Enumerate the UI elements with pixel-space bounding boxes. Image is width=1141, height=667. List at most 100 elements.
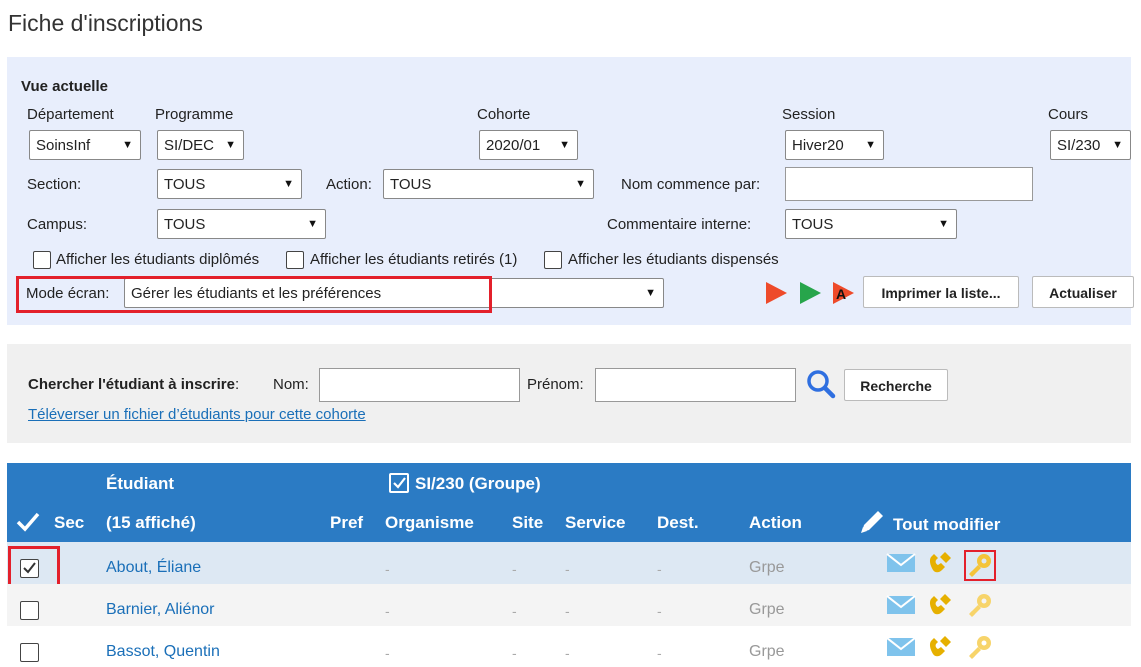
chevron-down-icon: ▼ <box>225 139 236 151</box>
play-a-letter: A <box>836 286 847 302</box>
dest-cell: - <box>657 561 662 577</box>
imprimer-button[interactable]: Imprimer la liste... <box>863 276 1019 308</box>
header-pref: Pref <box>330 513 364 532</box>
organisme-cell: - <box>385 561 390 577</box>
mail-icon[interactable] <box>886 594 916 616</box>
chevron-down-icon: ▼ <box>559 139 570 151</box>
course-group-checkbox[interactable] <box>389 473 409 493</box>
search-label: Chercher l'étudiant à inscrire: <box>28 376 239 393</box>
search-panel <box>7 344 1131 443</box>
page-title: Fiche d'inscriptions <box>8 10 203 36</box>
upload-link[interactable]: Téléverser un fichier d’étudiants pour c… <box>28 406 366 423</box>
student-name[interactable]: Bassot, Quentin <box>106 643 220 661</box>
cours-label: Cours <box>1048 106 1089 123</box>
nom-commence-label: Nom commence par: <box>621 176 761 193</box>
chevron-down-icon: ▼ <box>122 139 133 151</box>
header-tout-modifier[interactable]: Tout modifier <box>893 515 1000 535</box>
nom-label: Nom: <box>273 376 309 393</box>
header-site: Site <box>512 513 544 532</box>
section-select[interactable]: TOUS ▼ <box>157 169 302 199</box>
commentaire-label: Commentaire interne: <box>607 216 752 233</box>
view-heading: Vue actuelle <box>21 78 108 95</box>
actualiser-button[interactable]: Actualiser <box>1032 276 1134 308</box>
organisme-cell: - <box>385 645 390 661</box>
checkmark-icon <box>393 477 406 489</box>
header-sec: Sec <box>54 513 85 532</box>
service-cell: - <box>565 645 570 661</box>
phone-icon[interactable] <box>925 632 955 662</box>
diplomes-label: Afficher les étudiants diplômés <box>56 251 260 268</box>
dispenses-label: Afficher les étudiants dispensés <box>568 251 779 268</box>
header-course-group: SI/230 (Groupe) <box>415 474 541 493</box>
play-red-icon[interactable] <box>763 281 789 305</box>
search-label-colon: : <box>234 376 240 393</box>
mail-icon[interactable] <box>886 636 916 658</box>
diplomes-checkbox[interactable] <box>33 251 51 269</box>
commentaire-select[interactable]: TOUS ▼ <box>785 209 957 239</box>
play-green-icon[interactable] <box>797 281 823 305</box>
chevron-down-icon: ▼ <box>307 218 318 230</box>
row-checkbox[interactable] <box>20 643 39 662</box>
campus-select[interactable]: TOUS ▼ <box>157 209 326 239</box>
retires-label: Afficher les étudiants retirés (1) <box>310 251 518 268</box>
chevron-down-icon: ▼ <box>1112 139 1123 151</box>
chevron-down-icon: ▼ <box>645 287 656 299</box>
mail-icon[interactable] <box>886 552 916 574</box>
phone-icon[interactable] <box>925 548 955 578</box>
nom-commence-input[interactable] <box>785 167 1033 201</box>
phone-icon[interactable] <box>925 590 955 620</box>
pencil-icon[interactable] <box>858 508 886 536</box>
session-select[interactable]: Hiver20 ▼ <box>785 130 884 160</box>
play-a-icon[interactable]: A <box>830 281 858 305</box>
campus-label: Campus: <box>27 216 88 233</box>
student-name[interactable]: About, Éliane <box>106 559 201 577</box>
service-cell: - <box>565 561 570 577</box>
service-cell: - <box>565 603 570 619</box>
programme-select[interactable]: SI/DEC ▼ <box>157 130 244 160</box>
header-affiche: (15 affiché) <box>106 513 196 532</box>
header-etudiant: Étudiant <box>106 474 174 493</box>
site-cell: - <box>512 645 517 661</box>
site-cell: - <box>512 561 517 577</box>
action-cell: Grpe <box>749 643 785 660</box>
section-label: Section: <box>27 176 82 193</box>
organisme-cell: - <box>385 603 390 619</box>
nom-input[interactable] <box>319 368 520 402</box>
chevron-down-icon: ▼ <box>283 178 294 190</box>
search-label-text: Chercher l'étudiant à inscrire <box>28 376 235 393</box>
action-cell: Grpe <box>749 601 785 618</box>
key-icon[interactable] <box>966 634 994 662</box>
retires-checkbox[interactable] <box>286 251 304 269</box>
departement-select[interactable]: SoinsInf ▼ <box>29 130 141 160</box>
chevron-down-icon: ▼ <box>575 178 586 190</box>
action-label: Action: <box>326 176 372 193</box>
dest-cell: - <box>657 645 662 661</box>
select-all-check-icon[interactable] <box>16 511 40 533</box>
search-icon[interactable] <box>806 369 836 399</box>
dispenses-checkbox[interactable] <box>544 251 562 269</box>
action-select[interactable]: TOUS ▼ <box>383 169 594 199</box>
session-label: Session <box>782 106 836 123</box>
prenom-input[interactable] <box>595 368 796 402</box>
header-organisme: Organisme <box>385 513 474 532</box>
programme-label: Programme <box>155 106 234 123</box>
key-icon[interactable] <box>966 552 994 580</box>
cours-select[interactable]: SI/230 ▼ <box>1050 130 1131 160</box>
mode-label: Mode écran: <box>26 285 110 302</box>
recherche-button[interactable]: Recherche <box>844 369 948 401</box>
header-dest: Dest. <box>657 513 699 532</box>
key-icon[interactable] <box>966 592 994 620</box>
row-checkbox[interactable] <box>20 601 39 620</box>
prenom-label: Prénom: <box>527 376 584 393</box>
header-service: Service <box>565 513 626 532</box>
departement-label: Département <box>27 106 114 123</box>
header-action: Action <box>749 513 802 532</box>
chevron-down-icon: ▼ <box>938 218 949 230</box>
chevron-down-icon: ▼ <box>865 139 876 151</box>
cohorte-select[interactable]: 2020/01 ▼ <box>479 130 578 160</box>
cohorte-label: Cohorte <box>477 106 531 123</box>
dest-cell: - <box>657 603 662 619</box>
action-cell: Grpe <box>749 559 785 576</box>
site-cell: - <box>512 603 517 619</box>
student-name[interactable]: Barnier, Aliénor <box>106 601 215 619</box>
